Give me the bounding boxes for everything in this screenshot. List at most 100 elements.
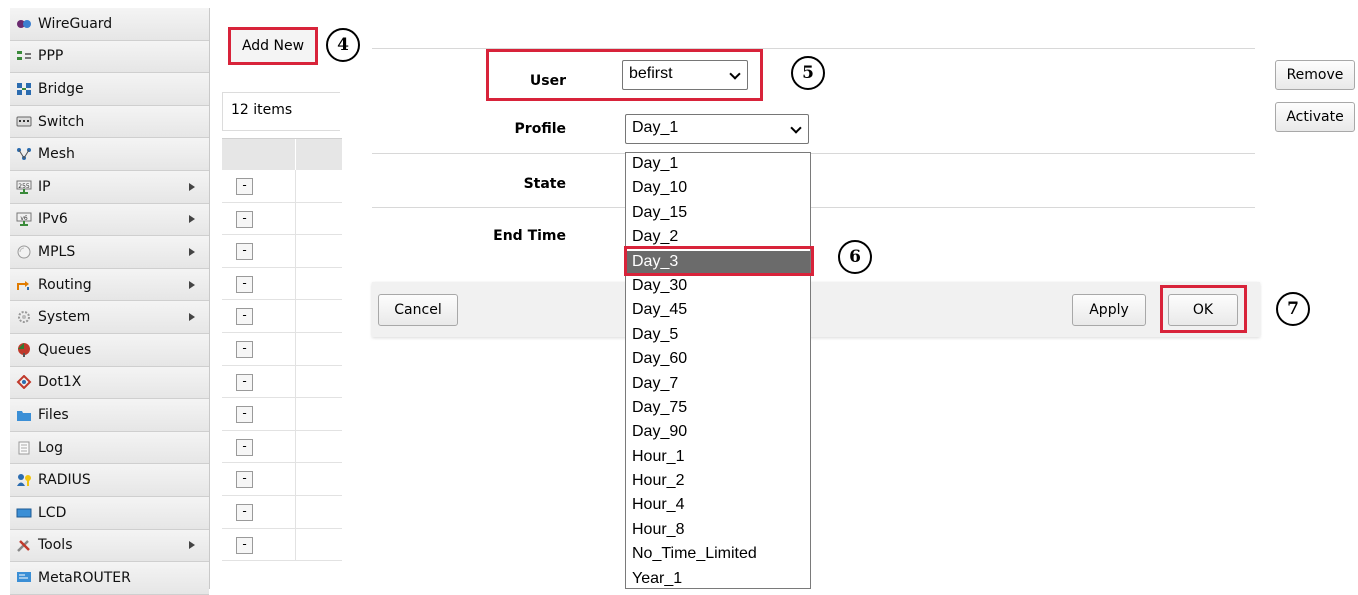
step-4-callout: 4 <box>326 28 360 62</box>
submenu-arrow-icon <box>189 182 195 191</box>
table-row: - <box>222 528 342 562</box>
dropdown-option[interactable]: Day_1 <box>626 153 810 177</box>
sidebar-item-label: WireGuard <box>38 15 113 32</box>
dropdown-option[interactable]: Day_60 <box>626 348 810 372</box>
step-7-callout: 7 <box>1276 292 1310 326</box>
row-collapse-button[interactable]: - <box>236 373 253 391</box>
dropdown-option[interactable]: Day_30 <box>626 275 810 299</box>
activate-button[interactable]: Activate <box>1275 102 1355 132</box>
dropdown-option[interactable]: Day_75 <box>626 397 810 421</box>
sidebar-item-ipv6[interactable]: v6 IPv6 <box>10 203 209 237</box>
sidebar-item-dot1x[interactable]: Dot1X <box>10 366 209 400</box>
step-5-callout: 5 <box>791 56 825 90</box>
row-collapse-button[interactable]: - <box>236 536 253 554</box>
dropdown-option[interactable]: Day_5 <box>626 324 810 348</box>
column-separator <box>295 202 296 235</box>
sidebar-item-label: Tools <box>38 537 73 554</box>
sidebar-item-files[interactable]: Files <box>10 399 209 432</box>
dropdown-option[interactable]: No_Time_Limited <box>626 543 810 567</box>
dropdown-option[interactable]: Day_7 <box>626 373 810 397</box>
sidebar-item-ppp[interactable]: PPP <box>10 40 209 74</box>
routing-icon <box>16 278 32 292</box>
table-row: - <box>222 267 342 301</box>
dropdown-option[interactable]: Day_10 <box>626 177 810 201</box>
submenu-arrow-icon <box>189 313 195 322</box>
action-bar: Cancel Apply OK <box>372 282 1260 337</box>
sidebar-item-label: RADIUS <box>38 472 91 489</box>
column-separator <box>295 463 296 495</box>
sidebar-item-bridge[interactable]: Bridge <box>10 73 209 106</box>
sidebar-item-label: Bridge <box>38 80 84 97</box>
metarouter-icon <box>16 571 32 585</box>
profile-select-value: Day_1 <box>632 119 679 136</box>
sidebar-item-system[interactable]: System <box>10 301 209 334</box>
dropdown-option[interactable]: Hour_8 <box>626 519 810 543</box>
log-icon <box>16 441 32 455</box>
sidebar-item-tools[interactable]: Tools <box>10 529 209 563</box>
day3-highlight <box>624 246 814 276</box>
cancel-button[interactable]: Cancel <box>378 294 458 326</box>
dropdown-option[interactable]: Day_45 <box>626 299 810 323</box>
sidebar-item-lcd[interactable]: LCD <box>10 496 209 530</box>
row-collapse-button[interactable]: - <box>236 341 253 358</box>
sidebar-item-label: Dot1X <box>38 374 82 391</box>
add-new-button[interactable]: Add New <box>228 27 318 65</box>
sidebar-item-label: Mesh <box>38 146 75 163</box>
dropdown-option[interactable]: Hour_4 <box>626 494 810 518</box>
sidebar-item-metarouter[interactable]: MetaROUTER <box>10 562 209 595</box>
sidebar-item-label: PPP <box>38 48 64 65</box>
dropdown-option[interactable]: Hour_2 <box>626 470 810 494</box>
sidebar-item-mesh[interactable]: Mesh <box>10 138 209 171</box>
sidebar-item-label: MPLS <box>38 243 76 260</box>
submenu-arrow-icon <box>189 215 195 224</box>
row-collapse-button[interactable]: - <box>236 438 253 456</box>
apply-button[interactable]: Apply <box>1072 294 1146 326</box>
sidebar-item-routing[interactable]: Routing <box>10 268 209 302</box>
ok-highlight <box>1160 285 1247 333</box>
sidebar-item-wireguard[interactable]: WireGuard <box>10 8 209 41</box>
mesh-icon <box>16 147 32 161</box>
ip-icon: 255 <box>16 180 32 194</box>
column-separator <box>295 398 296 430</box>
dropdown-option[interactable]: Hour_1 <box>626 446 810 470</box>
sidebar-item-mpls[interactable]: MPLS <box>10 236 209 269</box>
dropdown-option[interactable]: Year_1 <box>626 568 810 588</box>
sidebar-item-label: Queues <box>38 341 92 358</box>
ppp-icon <box>16 49 32 63</box>
column-separator <box>295 333 296 365</box>
row-collapse-button[interactable]: - <box>236 210 253 228</box>
divider <box>372 153 1255 154</box>
sidebar-item-label: Files <box>38 406 69 423</box>
sidebar-item-radius[interactable]: RADIUS <box>10 464 209 497</box>
row-collapse-button[interactable]: - <box>236 275 253 293</box>
sidebar-item-switch[interactable]: Switch <box>10 105 209 139</box>
sidebar-item-log[interactable]: Log <box>10 431 209 465</box>
row-collapse-button[interactable]: - <box>236 308 253 326</box>
submenu-arrow-icon <box>189 247 195 256</box>
sidebar-item-label: Log <box>38 439 64 456</box>
row-collapse-button[interactable]: - <box>236 178 253 195</box>
profile-label: Profile <box>514 121 566 137</box>
chevron-down-icon <box>790 122 802 134</box>
sidebar-item-label: MetaROUTER <box>38 569 131 586</box>
column-separator <box>295 300 296 332</box>
table-row: - <box>222 398 342 431</box>
profile-dropdown-list[interactable]: Day_1 Day_10 Day_15 Day_2 Day_3 Day_30 Day_45 D… <box>625 152 811 589</box>
submenu-arrow-icon <box>189 541 195 550</box>
profile-select[interactable]: Day_1 <box>625 114 809 144</box>
svg-text:255: 255 <box>18 183 30 190</box>
sidebar-item-queues[interactable]: Queues <box>10 333 209 367</box>
row-collapse-button[interactable]: - <box>236 406 253 424</box>
row-collapse-button[interactable]: - <box>236 504 253 521</box>
table-row: - <box>222 365 342 399</box>
sidebar-item-ip[interactable]: 255 IP <box>10 170 209 204</box>
row-collapse-button[interactable]: - <box>236 243 253 261</box>
switch-icon <box>16 115 32 129</box>
row-collapse-button[interactable]: - <box>236 471 253 489</box>
dropdown-option[interactable]: Day_90 <box>626 421 810 445</box>
dropdown-option[interactable]: Day_15 <box>626 202 810 226</box>
user-select[interactable]: befirst <box>622 60 748 90</box>
remove-button[interactable]: Remove <box>1275 60 1355 90</box>
queues-icon <box>16 342 32 357</box>
table-row: - <box>222 170 342 203</box>
